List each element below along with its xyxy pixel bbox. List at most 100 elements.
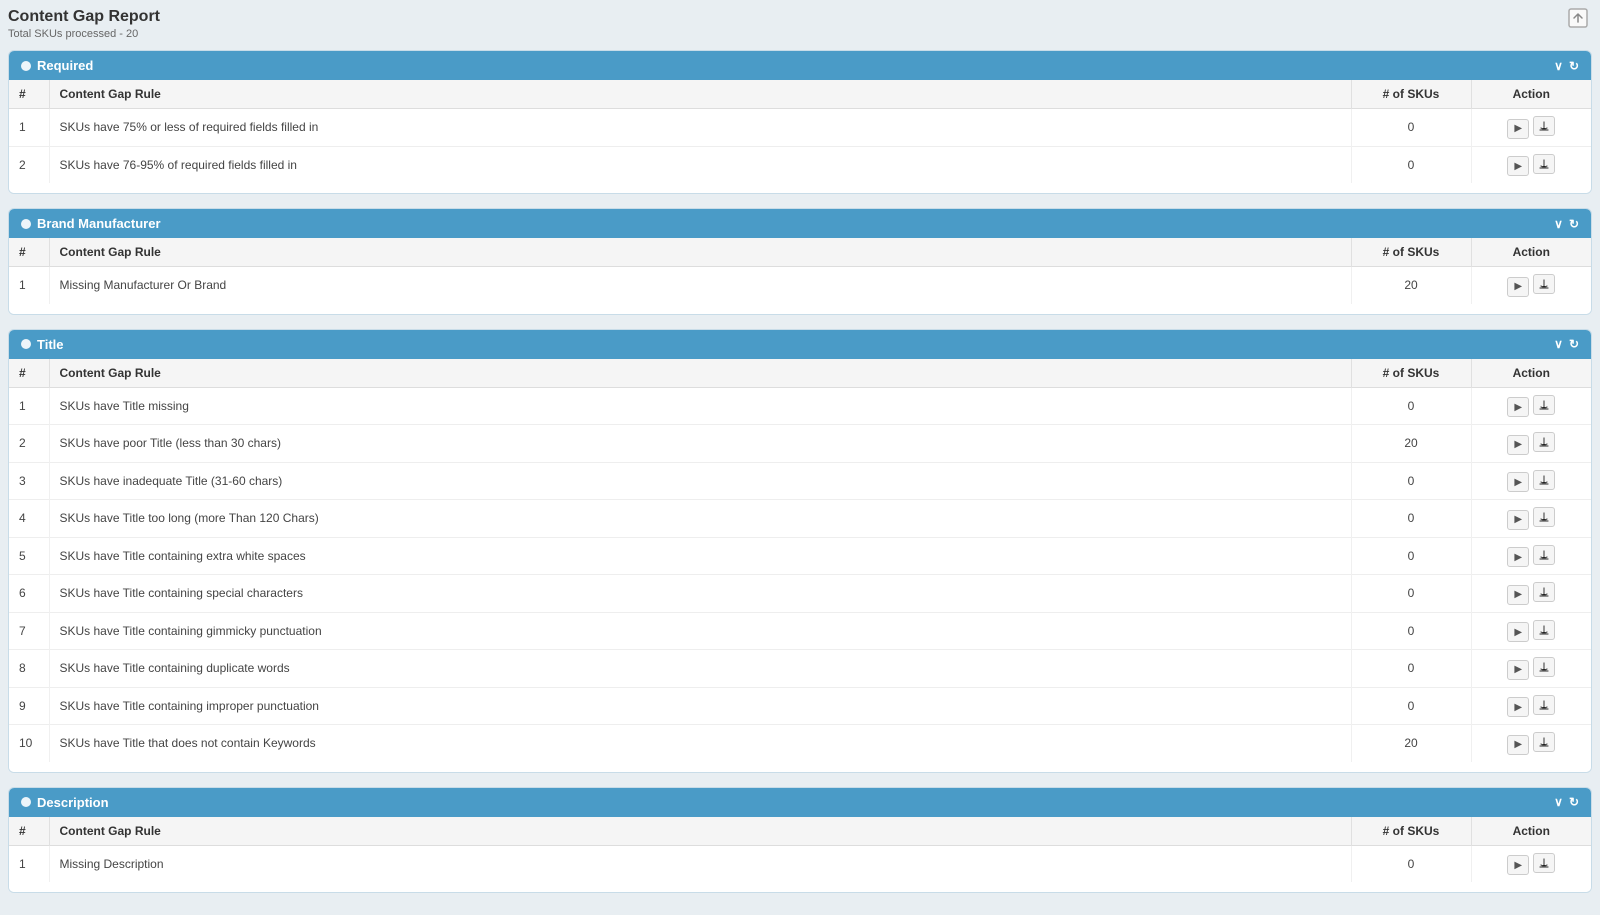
play-button[interactable]: ▶ <box>1507 585 1529 605</box>
download-button[interactable] <box>1533 470 1555 490</box>
play-button[interactable]: ▶ <box>1507 435 1529 455</box>
section-header-right-description[interactable]: ∨↻ <box>1554 795 1579 809</box>
collapse-button-brand-manufacturer[interactable]: ∨ <box>1554 217 1563 231</box>
row-skus: 0 <box>1351 687 1471 725</box>
row-rule: SKUs have Title containing duplicate wor… <box>49 650 1351 688</box>
table-row: 2SKUs have 76-95% of required fields fil… <box>9 146 1591 183</box>
play-button[interactable]: ▶ <box>1507 660 1529 680</box>
section-header-required: Required∨↻ <box>9 51 1591 80</box>
collapse-button-title[interactable]: ∨ <box>1554 337 1563 351</box>
table-title: #Content Gap Rule# of SKUsAction1SKUs ha… <box>9 359 1591 762</box>
row-number: 2 <box>9 425 49 463</box>
th-required-3: Action <box>1471 80 1591 109</box>
table-description: #Content Gap Rule# of SKUsAction1Missing… <box>9 817 1591 883</box>
refresh-button-brand-manufacturer[interactable]: ↻ <box>1569 217 1579 231</box>
table-row: 3SKUs have inadequate Title (31-60 chars… <box>9 462 1591 500</box>
row-rule: Missing Description <box>49 845 1351 882</box>
th-brand-manufacturer-1: Content Gap Rule <box>49 238 1351 267</box>
download-button[interactable] <box>1533 853 1555 873</box>
row-action: ▶ <box>1471 109 1591 147</box>
section-body-required: #Content Gap Rule# of SKUsAction1SKUs ha… <box>9 80 1591 183</box>
section-body-brand-manufacturer: #Content Gap Rule# of SKUsAction1Missing… <box>9 238 1591 304</box>
play-button[interactable]: ▶ <box>1507 472 1529 492</box>
row-action: ▶ <box>1471 575 1591 613</box>
section-title: Title∨↻#Content Gap Rule# of SKUsAction1… <box>8 329 1592 773</box>
dot-icon <box>21 339 31 349</box>
row-number: 5 <box>9 537 49 575</box>
play-button[interactable]: ▶ <box>1507 855 1529 875</box>
row-action: ▶ <box>1471 845 1591 882</box>
download-button[interactable] <box>1533 620 1555 640</box>
section-header-title: Title∨↻ <box>9 330 1591 359</box>
download-button[interactable] <box>1533 507 1555 527</box>
download-button[interactable] <box>1533 116 1555 136</box>
section-header-right-title[interactable]: ∨↻ <box>1554 337 1579 351</box>
row-action: ▶ <box>1471 687 1591 725</box>
play-button[interactable]: ▶ <box>1507 697 1529 717</box>
section-header-right-required[interactable]: ∨↻ <box>1554 59 1579 73</box>
row-rule: SKUs have inadequate Title (31-60 chars) <box>49 462 1351 500</box>
play-button[interactable]: ▶ <box>1507 547 1529 567</box>
th-brand-manufacturer-0: # <box>9 238 49 267</box>
row-number: 8 <box>9 650 49 688</box>
download-button[interactable] <box>1533 154 1555 174</box>
section-header-right-brand-manufacturer[interactable]: ∨↻ <box>1554 217 1579 231</box>
collapse-button-required[interactable]: ∨ <box>1554 59 1563 73</box>
section-body-description: #Content Gap Rule# of SKUsAction1Missing… <box>9 817 1591 883</box>
play-button[interactable]: ▶ <box>1507 510 1529 530</box>
sections-container: Required∨↻#Content Gap Rule# of SKUsActi… <box>8 50 1592 893</box>
section-footer-brand-manufacturer <box>9 304 1591 314</box>
section-title-brand-manufacturer: Brand Manufacturer <box>37 216 161 231</box>
play-button[interactable]: ▶ <box>1507 119 1529 139</box>
row-action: ▶ <box>1471 387 1591 425</box>
download-button[interactable] <box>1533 695 1555 715</box>
download-button[interactable] <box>1533 274 1555 294</box>
play-button[interactable]: ▶ <box>1507 622 1529 642</box>
row-action: ▶ <box>1471 146 1591 183</box>
row-skus: 0 <box>1351 575 1471 613</box>
table-row: 2SKUs have poor Title (less than 30 char… <box>9 425 1591 463</box>
th-brand-manufacturer-3: Action <box>1471 238 1591 267</box>
refresh-button-title[interactable]: ↻ <box>1569 337 1579 351</box>
download-button[interactable] <box>1533 582 1555 602</box>
row-skus: 0 <box>1351 845 1471 882</box>
section-description: Description∨↻#Content Gap Rule# of SKUsA… <box>8 787 1592 894</box>
section-header-description: Description∨↻ <box>9 788 1591 817</box>
row-number: 3 <box>9 462 49 500</box>
refresh-button-description[interactable]: ↻ <box>1569 795 1579 809</box>
row-number: 1 <box>9 845 49 882</box>
table-row: 5SKUs have Title containing extra white … <box>9 537 1591 575</box>
row-rule: SKUs have 75% or less of required fields… <box>49 109 1351 147</box>
play-button[interactable]: ▶ <box>1507 277 1529 297</box>
collapse-button-description[interactable]: ∨ <box>1554 795 1563 809</box>
download-button[interactable] <box>1533 545 1555 565</box>
refresh-button-required[interactable]: ↻ <box>1569 59 1579 73</box>
row-skus: 0 <box>1351 612 1471 650</box>
play-button[interactable]: ▶ <box>1507 397 1529 417</box>
download-button[interactable] <box>1533 732 1555 752</box>
export-button[interactable] <box>1568 8 1592 32</box>
download-button[interactable] <box>1533 657 1555 677</box>
row-rule: SKUs have Title that does not contain Ke… <box>49 725 1351 762</box>
row-skus: 0 <box>1351 650 1471 688</box>
row-rule: SKUs have Title missing <box>49 387 1351 425</box>
play-button[interactable]: ▶ <box>1507 735 1529 755</box>
row-number: 1 <box>9 387 49 425</box>
download-button[interactable] <box>1533 432 1555 452</box>
th-required-0: # <box>9 80 49 109</box>
download-button[interactable] <box>1533 395 1555 415</box>
page-subtitle: Total SKUs processed - 20 <box>8 28 160 40</box>
th-description-2: # of SKUs <box>1351 817 1471 846</box>
play-button[interactable]: ▶ <box>1507 156 1529 176</box>
row-number: 2 <box>9 146 49 183</box>
row-skus: 0 <box>1351 387 1471 425</box>
section-brand-manufacturer: Brand Manufacturer∨↻#Content Gap Rule# o… <box>8 208 1592 315</box>
th-description-0: # <box>9 817 49 846</box>
table-required: #Content Gap Rule# of SKUsAction1SKUs ha… <box>9 80 1591 183</box>
th-title-2: # of SKUs <box>1351 359 1471 388</box>
table-row: 1Missing Manufacturer Or Brand20▶ <box>9 267 1591 304</box>
row-rule: SKUs have 76-95% of required fields fill… <box>49 146 1351 183</box>
table-row: 1SKUs have 75% or less of required field… <box>9 109 1591 147</box>
table-row: 4SKUs have Title too long (more Than 120… <box>9 500 1591 538</box>
row-number: 10 <box>9 725 49 762</box>
